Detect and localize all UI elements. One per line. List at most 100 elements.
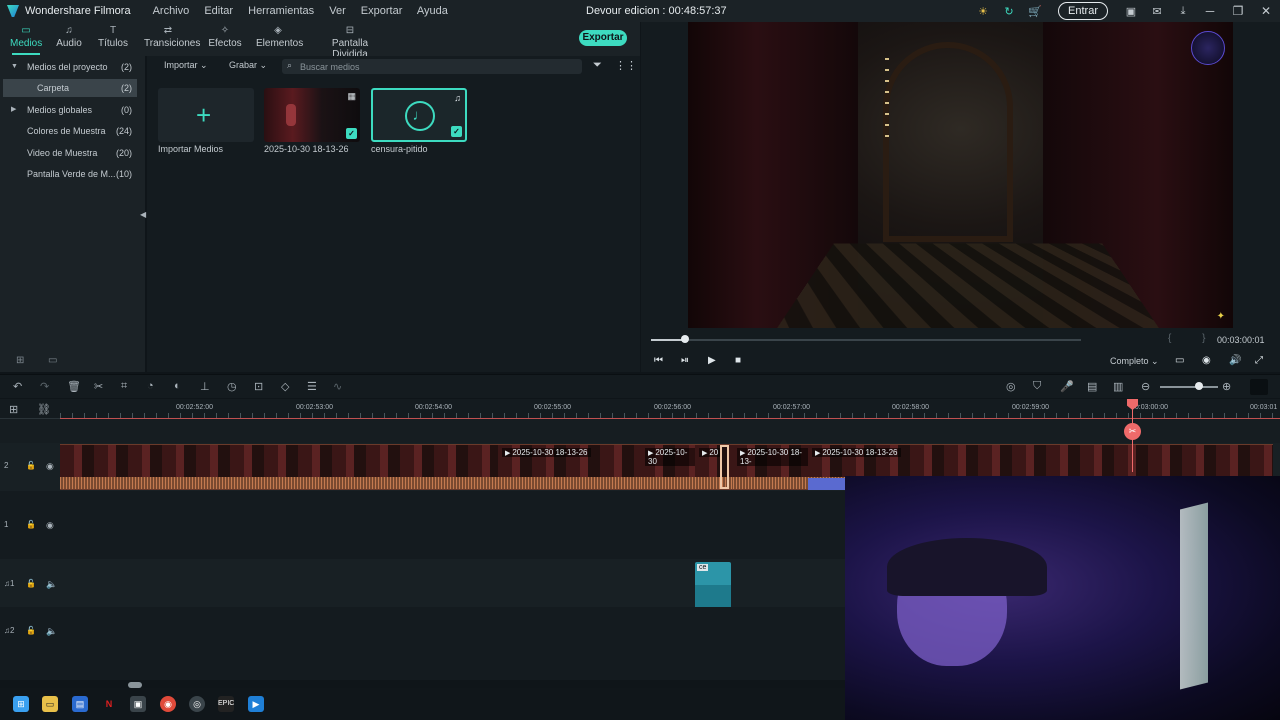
import-dropdown[interactable]: Importar ⌄ [164,60,208,71]
link-icon[interactable]: ⛓ [37,403,51,416]
video-clip[interactable]: 2025-10-30 18-13- [733,444,808,490]
display-icon[interactable]: ▭ [1175,355,1184,366]
download-icon[interactable]: ⤓ [1176,4,1190,18]
voiceover-icon[interactable]: ▤ [1087,380,1097,393]
sidebar-item-medios-proyecto[interactable]: ▼ Medios del proyecto (2) [0,58,140,76]
volume-icon[interactable]: 🔊 [1229,355,1241,366]
stop-icon[interactable]: ■ [735,355,741,366]
speed-icon[interactable]: ◔ [147,380,154,392]
lock-icon[interactable]: 🔓 [26,520,36,529]
sidebar-item-carpeta[interactable]: Carpeta (2) [3,79,137,97]
video-thumbnail[interactable]: ▦ ✓ [264,88,360,142]
lock-icon[interactable]: 🔓 [26,579,36,588]
crop-icon[interactable]: ⌗ [121,380,127,393]
menu-exportar[interactable]: Exportar [361,5,403,17]
snapshot-icon[interactable]: ◉ [1202,355,1211,366]
tab-pantalla-dividida[interactable]: ⊟ Pantalla Dividida [318,25,382,60]
microphone-icon[interactable]: 🎤 [1060,380,1074,393]
menu-ayuda[interactable]: Ayuda [417,5,448,17]
grid-view-icon[interactable]: ⋮⋮ [615,59,637,72]
new-folder-icon[interactable]: ⊞ [16,355,24,366]
eye-icon[interactable]: ◉ [46,461,54,472]
mark-in-out-icon[interactable]: { } [1168,333,1219,344]
fit-icon[interactable]: ⊡ [254,380,263,393]
tab-elementos[interactable]: ◈ Elementos [256,25,303,49]
lock-icon[interactable]: 🔓 [26,626,36,635]
audio-wave-icon[interactable]: ∿ [333,380,342,393]
speaker-icon[interactable]: 🔈 [46,626,57,637]
epic-games-icon[interactable]: EPIC [218,696,234,712]
timer-icon[interactable]: ◷ [227,380,237,393]
color-icon[interactable]: ◐ [174,380,181,392]
fullscreen-icon[interactable]: ⤢ [1255,355,1263,366]
adjust-icon[interactable]: ☰ [307,380,317,393]
preview-scrubber[interactable] [651,335,1081,343]
undo-icon[interactable]: ↶ [13,380,22,393]
shield-icon[interactable]: ⛉ [1033,380,1041,393]
redo-icon[interactable]: ↷ [40,380,49,393]
tab-medios[interactable]: ▭ Medios [10,25,42,55]
zoom-out-icon[interactable]: ⊖ [1141,380,1150,393]
video-clip[interactable]: 2025-10-30 18-13-26 [498,444,641,490]
marker-icon[interactable]: ◇ [281,380,289,393]
record-dropdown[interactable]: Grabar ⌄ [229,60,267,71]
file-explorer-icon[interactable]: ▭ [42,696,58,712]
filmora-taskbar-icon[interactable]: ▶ [248,696,264,712]
zoom-slider[interactable] [1160,386,1218,388]
audio-clip-censura[interactable]: ce [695,562,731,607]
folder-icon[interactable]: ▭ [48,355,57,366]
keyframe-icon[interactable]: ⊥ [200,380,210,393]
play-reverse-icon[interactable]: ⏯ [681,355,689,366]
menu-editar[interactable]: Editar [204,5,233,17]
cart-icon[interactable]: 🛒 [1028,4,1042,18]
maximize-button[interactable]: ❐ [1224,4,1252,18]
add-track-icon[interactable]: ⊞ [9,403,18,416]
collapse-sidebar-icon[interactable]: ◀ [140,210,146,219]
timeline-ruler[interactable]: ⊞ ⛓ 00:02:52:00 00:02:53:00 00:02:54:00 … [0,399,1280,419]
sync-icon[interactable]: ↻ [1002,4,1016,18]
login-button[interactable]: Entrar [1058,2,1108,20]
scrubber-handle[interactable] [681,335,690,343]
search-input[interactable] [300,60,570,73]
subtitle-icon[interactable]: ▥ [1113,380,1123,393]
quality-select[interactable]: Completo ⌄ [1110,356,1159,367]
menu-herramientas[interactable]: Herramientas [248,5,314,17]
video-clip[interactable] [60,444,498,490]
eye-icon[interactable]: ◉ [46,520,54,531]
tab-audio[interactable]: ♫ Audio [55,25,83,49]
tab-transiciones[interactable]: ⇄ Transiciones [144,25,200,49]
mail-icon[interactable]: ✉ [1150,4,1164,18]
menu-ver[interactable]: Ver [329,5,346,17]
prev-frame-icon[interactable]: ⏮ [654,355,663,366]
tab-efectos[interactable]: ✧ Efectos [208,25,242,49]
export-button[interactable]: Exportar [579,30,627,46]
delete-icon[interactable]: 🗑 [67,380,81,393]
scissors-icon[interactable]: ✂ [1124,423,1141,440]
selection-marker[interactable] [720,445,729,489]
sidebar-item-video-muestra[interactable]: Video de Muestra (20) [0,144,140,162]
sidebar-item-pantalla-verde[interactable]: Pantalla Verde de M... (10) [0,165,140,183]
windows-start-icon[interactable]: ⊞ [13,696,29,712]
store-icon[interactable]: ▤ [72,696,88,712]
speaker-icon[interactable]: 🔈 [46,579,57,590]
video-clip[interactable]: 2025-10-30 [641,444,695,490]
render-icon[interactable]: ◎ [1006,380,1016,393]
close-button[interactable]: ✕ [1252,4,1280,18]
steam-icon[interactable]: ◎ [189,696,205,712]
sidebar-item-medios-globales[interactable]: ▶ Medios globales (0) [0,101,140,119]
lock-icon[interactable]: 🔓 [26,461,36,470]
timeline-settings-icon[interactable] [1250,379,1268,395]
photos-icon[interactable]: ▣ [130,696,146,712]
save-icon[interactable]: ▣ [1124,4,1138,18]
zoom-slider-handle[interactable] [1195,382,1203,390]
sun-icon[interactable]: ☀ [976,4,990,18]
audio-thumbnail[interactable]: ♩ ♫ ✓ [371,88,467,142]
chrome-icon[interactable]: ◉ [160,696,176,712]
import-media-tile[interactable]: + [158,88,254,142]
zoom-in-icon[interactable]: ⊕ [1222,380,1231,393]
tab-titulos[interactable]: T Títulos [97,25,129,49]
play-icon[interactable]: ▶ [708,355,716,366]
filter-icon[interactable]: ⏷ [593,59,602,72]
minimize-button[interactable]: ─ [1196,4,1224,18]
cut-icon[interactable]: ✂ [94,380,103,393]
